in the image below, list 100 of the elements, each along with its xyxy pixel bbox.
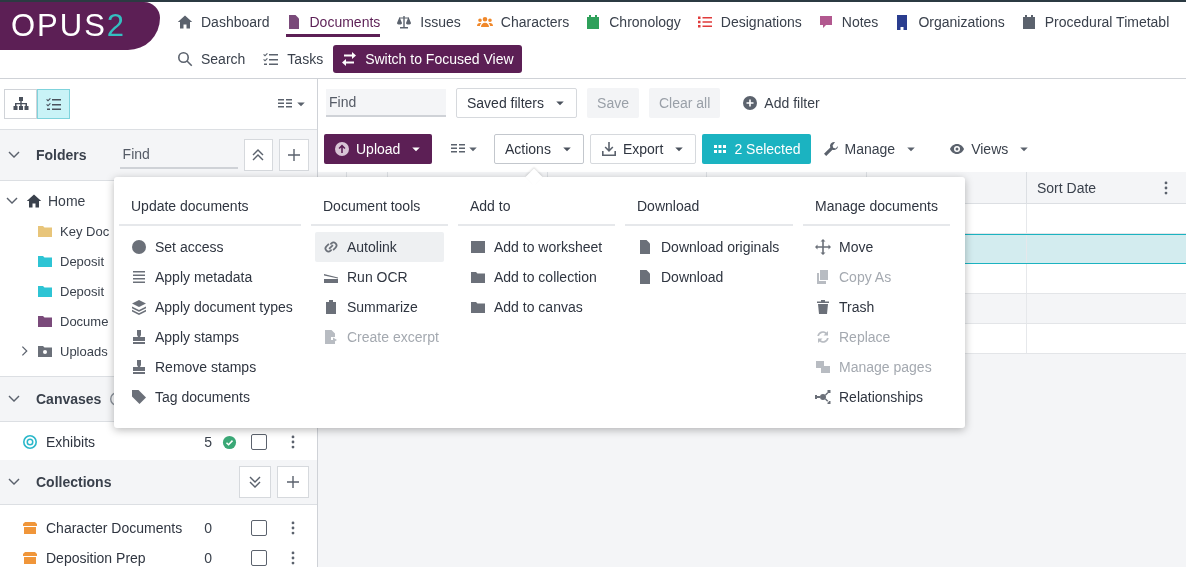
plus-icon [286, 147, 303, 163]
menu-item[interactable]: Apply document types [123, 292, 297, 322]
menu-item[interactable]: Add to collection [462, 262, 611, 292]
stamp-icon [131, 329, 147, 345]
nav-tab[interactable]: Dashboard [177, 7, 270, 37]
swap-icon [341, 51, 358, 67]
nav-tab[interactable]: Documents [285, 7, 381, 37]
actions-dropdown[interactable]: Actions [494, 134, 584, 164]
item-count: 0 [204, 550, 212, 566]
menu-item[interactable]: Autolink [315, 232, 444, 262]
checklist-icon [263, 51, 280, 67]
folder-gear-icon [37, 343, 53, 359]
upload-button[interactable]: Upload [324, 134, 432, 164]
tag-icon [131, 389, 147, 405]
collection-row[interactable]: Deposition Prep 0 [0, 543, 317, 567]
checklist-view-button[interactable] [37, 89, 70, 119]
export-dropdown[interactable]: Export [589, 134, 697, 164]
link-icon [323, 239, 339, 255]
stamp-icon [131, 359, 147, 375]
menu-item[interactable]: Trash [807, 292, 946, 322]
menu-item[interactable]: Apply stamps [123, 322, 297, 352]
find-field[interactable]: Find [326, 88, 446, 117]
layers-icon [131, 299, 147, 315]
collection-row[interactable]: Character Documents 0 [0, 513, 317, 543]
add-button[interactable] [277, 466, 309, 498]
menu-heading: Download [625, 177, 793, 226]
network-icon [815, 389, 831, 405]
nav-link[interactable]: Search [177, 44, 246, 74]
menu-item[interactable]: Summarize [315, 292, 444, 322]
folder-name[interactable]: Deposit [60, 283, 105, 299]
nav-tab[interactable]: Notes [817, 7, 879, 37]
user-circle-icon [131, 239, 147, 255]
nav-tab[interactable]: Issues [396, 7, 461, 37]
menu-item[interactable]: Apply metadata [123, 262, 297, 292]
menu-item[interactable]: Move [807, 232, 946, 262]
box-icon [22, 550, 38, 566]
checkbox[interactable] [251, 434, 267, 450]
collection-name[interactable]: Character Documents [46, 520, 197, 536]
checklist-icon [45, 96, 62, 112]
column-header[interactable]: Sort Date [1037, 179, 1097, 196]
menu-item[interactable]: Run OCR [315, 262, 444, 292]
plus-circle-icon [742, 94, 759, 111]
menu-item[interactable]: Relationships [807, 382, 946, 412]
nav-tab[interactable]: Organizations [894, 7, 1005, 37]
calendar-icon [1020, 14, 1037, 30]
menu-item[interactable]: Set access [123, 232, 297, 262]
nav-tab[interactable]: Chronology [585, 7, 681, 37]
folder-name[interactable]: Uploads [60, 343, 108, 359]
folder-name[interactable]: Docume [60, 313, 109, 329]
clipboard-icon [323, 299, 339, 315]
upload-icon [334, 141, 350, 157]
home-icon [177, 14, 193, 30]
list-icon [696, 14, 713, 30]
collapse-all-button[interactable] [243, 139, 274, 171]
section-title: Canvases [36, 391, 102, 407]
menu-item[interactable]: Add to canvas [462, 292, 611, 322]
item-count: 5 [204, 434, 212, 450]
nav-tab[interactable]: Characters [476, 7, 570, 37]
folder-icon [470, 269, 486, 285]
nav-tab[interactable]: Designations [696, 7, 802, 37]
collection-name[interactable]: Deposition Prep [46, 550, 197, 566]
saved-filters-dropdown[interactable]: Saved filters [456, 87, 578, 118]
add-filter-button[interactable]: Add filter [736, 87, 826, 118]
nav-tab[interactable]: Procedural Timetabl [1020, 7, 1170, 37]
eye-icon [949, 141, 966, 157]
folder-name[interactable]: Deposit [60, 253, 105, 269]
canvas-name[interactable]: Exhibits [46, 434, 197, 450]
copy-icon [815, 269, 831, 285]
menu-item[interactable]: Remove stamps [123, 352, 297, 382]
nav-link[interactable]: Tasks [263, 44, 324, 74]
views-dropdown[interactable]: Views [943, 134, 1037, 164]
wrench-icon [822, 141, 839, 157]
search-icon [177, 51, 193, 67]
menu-item[interactable]: Download originals [629, 232, 789, 262]
menu-item[interactable]: Tag documents [123, 382, 297, 412]
target-icon [22, 434, 38, 450]
plus-icon [285, 474, 301, 490]
folder-name[interactable]: Key Doc [60, 223, 110, 239]
logo[interactable]: OPUS2 [0, 2, 160, 50]
home-icon [26, 193, 42, 209]
folder-name[interactable]: Home [48, 193, 86, 209]
file-export-icon [323, 329, 339, 345]
file-download-icon [637, 239, 653, 255]
menu-heading: Document tools [311, 177, 448, 226]
folder-icon [470, 299, 486, 315]
menu-item[interactable]: Download [629, 262, 789, 292]
calendar-icon [585, 14, 602, 30]
section-title: Folders [36, 147, 88, 163]
focused-view-button[interactable]: Switch to Focused View [333, 45, 522, 73]
checkbox[interactable] [251, 520, 267, 536]
table-icon [470, 239, 486, 255]
add-button[interactable] [279, 139, 309, 171]
item-count: 0 [204, 520, 212, 536]
scales-icon [396, 14, 413, 30]
manage-dropdown[interactable]: Manage [816, 134, 924, 164]
people-icon [476, 14, 493, 30]
hierarchy-view-button[interactable] [4, 89, 37, 119]
checkbox[interactable] [251, 550, 267, 566]
menu-item[interactable]: Add to worksheet [462, 232, 611, 262]
lines-icon [131, 269, 147, 285]
